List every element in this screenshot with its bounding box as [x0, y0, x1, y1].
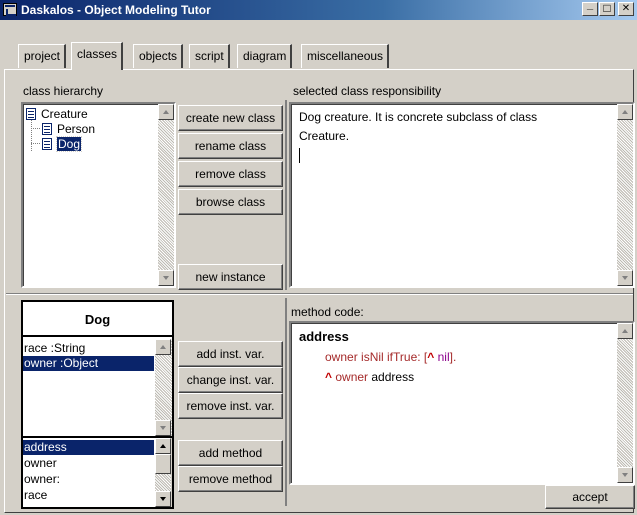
- method-header: address: [299, 329, 349, 344]
- minimize-button[interactable]: _: [582, 0, 598, 16]
- rename-class-button[interactable]: rename class: [178, 133, 283, 159]
- tree-scrollbar[interactable]: [158, 104, 174, 286]
- tree-item-dog[interactable]: Dog: [42, 136, 83, 152]
- scroll-down-icon[interactable]: [158, 270, 174, 286]
- code-token: owner: [325, 350, 358, 364]
- remove-inst-var-button[interactable]: remove inst. var.: [178, 393, 283, 419]
- code-token: ].: [449, 350, 457, 364]
- tab-script[interactable]: script: [189, 44, 230, 68]
- scroll-up-icon[interactable]: [617, 323, 633, 339]
- tree-item-creature[interactable]: Creature: [26, 107, 88, 121]
- inst-var-list[interactable]: race :String owner :Object: [23, 339, 172, 436]
- scroll-track[interactable]: [155, 474, 171, 491]
- close-icon: ✕: [621, 3, 631, 14]
- list-item-selected[interactable]: owner :Object: [23, 356, 154, 371]
- tab-classes[interactable]: classes: [71, 42, 124, 70]
- tab-objects[interactable]: objects: [133, 44, 184, 68]
- class-icon: [42, 123, 52, 135]
- tree-item-label: Person: [57, 122, 96, 136]
- window-title: Daskalos - Object Modeling Tutor: [21, 3, 211, 17]
- code-line: owner isNil ifTrue: [^ nil].: [325, 350, 456, 364]
- class-icon: [42, 138, 52, 150]
- browse-class-button[interactable]: browse class: [178, 189, 283, 215]
- new-instance-button[interactable]: new instance: [178, 264, 283, 290]
- maximize-button[interactable]: □: [599, 2, 615, 16]
- pane-divider[interactable]: [285, 100, 287, 290]
- maximize-icon: □: [603, 1, 611, 15]
- app-icon: [3, 3, 17, 16]
- class-card: Dog race :String owner :Object address o…: [21, 300, 174, 509]
- responsibility-label: selected class responsibility: [293, 84, 442, 98]
- tree-item-person[interactable]: Person: [42, 122, 95, 136]
- class-hierarchy-label: class hierarchy: [23, 84, 104, 98]
- method-list[interactable]: address owner owner: race: [23, 438, 172, 507]
- add-inst-var-button[interactable]: add inst. var.: [178, 341, 283, 367]
- list-item[interactable]: owner: [23, 456, 154, 471]
- horizontal-divider-highlight: [6, 294, 633, 295]
- scroll-down-icon[interactable]: [155, 420, 171, 436]
- remove-class-button[interactable]: remove class: [178, 161, 283, 187]
- minimize-icon: _: [586, 0, 594, 11]
- accept-button[interactable]: accept: [545, 485, 635, 509]
- tree-connector: [31, 120, 32, 151]
- method-code-label: method code:: [291, 305, 364, 319]
- close-button[interactable]: ✕: [618, 2, 634, 16]
- create-new-class-button[interactable]: create new class: [178, 105, 283, 131]
- tree-item-label: Dog: [55, 136, 83, 152]
- tab-label: objects: [139, 49, 178, 63]
- class-hierarchy-tree[interactable]: Creature Person Dog: [21, 102, 176, 288]
- add-method-button[interactable]: add method: [178, 440, 283, 466]
- change-inst-var-button[interactable]: change inst. var.: [178, 367, 283, 393]
- scroll-down-icon[interactable]: [617, 467, 633, 483]
- method-code-editor[interactable]: address owner isNil ifTrue: [^ nil]. ^ o…: [289, 321, 635, 485]
- responsibility-scrollbar[interactable]: [617, 104, 633, 286]
- scroll-down-icon[interactable]: [155, 491, 171, 507]
- method-code-scrollbar[interactable]: [617, 323, 633, 483]
- responsibility-line: Dog creature. It is concrete subclass of…: [299, 110, 538, 124]
- tree-connector: [31, 128, 40, 129]
- tree-connector: [31, 143, 40, 144]
- tree-item-label: Creature: [41, 107, 88, 121]
- list-item[interactable]: owner:: [23, 472, 154, 487]
- code-token: address: [368, 370, 415, 384]
- list-item[interactable]: race: [23, 488, 154, 503]
- code-line: ^ owner address: [325, 370, 414, 384]
- tab-project[interactable]: project: [18, 44, 67, 68]
- tab-label: script: [195, 49, 224, 63]
- title-bar: Daskalos - Object Modeling Tutor _ □ ✕: [0, 0, 637, 20]
- tab-miscellaneous[interactable]: miscellaneous: [301, 44, 390, 68]
- code-token: isNil ifTrue: [: [357, 350, 428, 364]
- return-caret: ^: [325, 370, 333, 384]
- responsibility-textarea[interactable]: Dog creature. It is concrete subclass of…: [289, 102, 635, 288]
- tab-label: diagram: [243, 49, 287, 63]
- remove-method-button[interactable]: remove method: [178, 466, 283, 492]
- class-card-name: Dog: [23, 302, 172, 337]
- scroll-thumb[interactable]: [155, 454, 171, 474]
- scroll-up-icon[interactable]: [155, 438, 171, 454]
- tab-label: project: [24, 49, 61, 63]
- method-scrollbar[interactable]: [155, 438, 172, 507]
- tab-label: miscellaneous: [307, 49, 384, 63]
- list-item-selected[interactable]: address: [23, 440, 154, 455]
- tab-label: classes: [77, 47, 118, 61]
- code-token: owner: [332, 370, 369, 384]
- text-cursor: [299, 148, 300, 163]
- tab-diagram[interactable]: diagram: [237, 44, 293, 68]
- list-item[interactable]: race :String: [23, 341, 154, 356]
- scroll-up-icon[interactable]: [155, 339, 171, 355]
- code-token: nil: [434, 350, 450, 364]
- inst-var-scrollbar[interactable]: [155, 339, 172, 436]
- responsibility-line: Creature.: [299, 129, 350, 143]
- scroll-up-icon[interactable]: [158, 104, 174, 120]
- class-icon: [26, 108, 36, 120]
- scroll-up-icon[interactable]: [617, 104, 633, 120]
- scroll-down-icon[interactable]: [617, 270, 633, 286]
- pane-divider[interactable]: [285, 298, 287, 506]
